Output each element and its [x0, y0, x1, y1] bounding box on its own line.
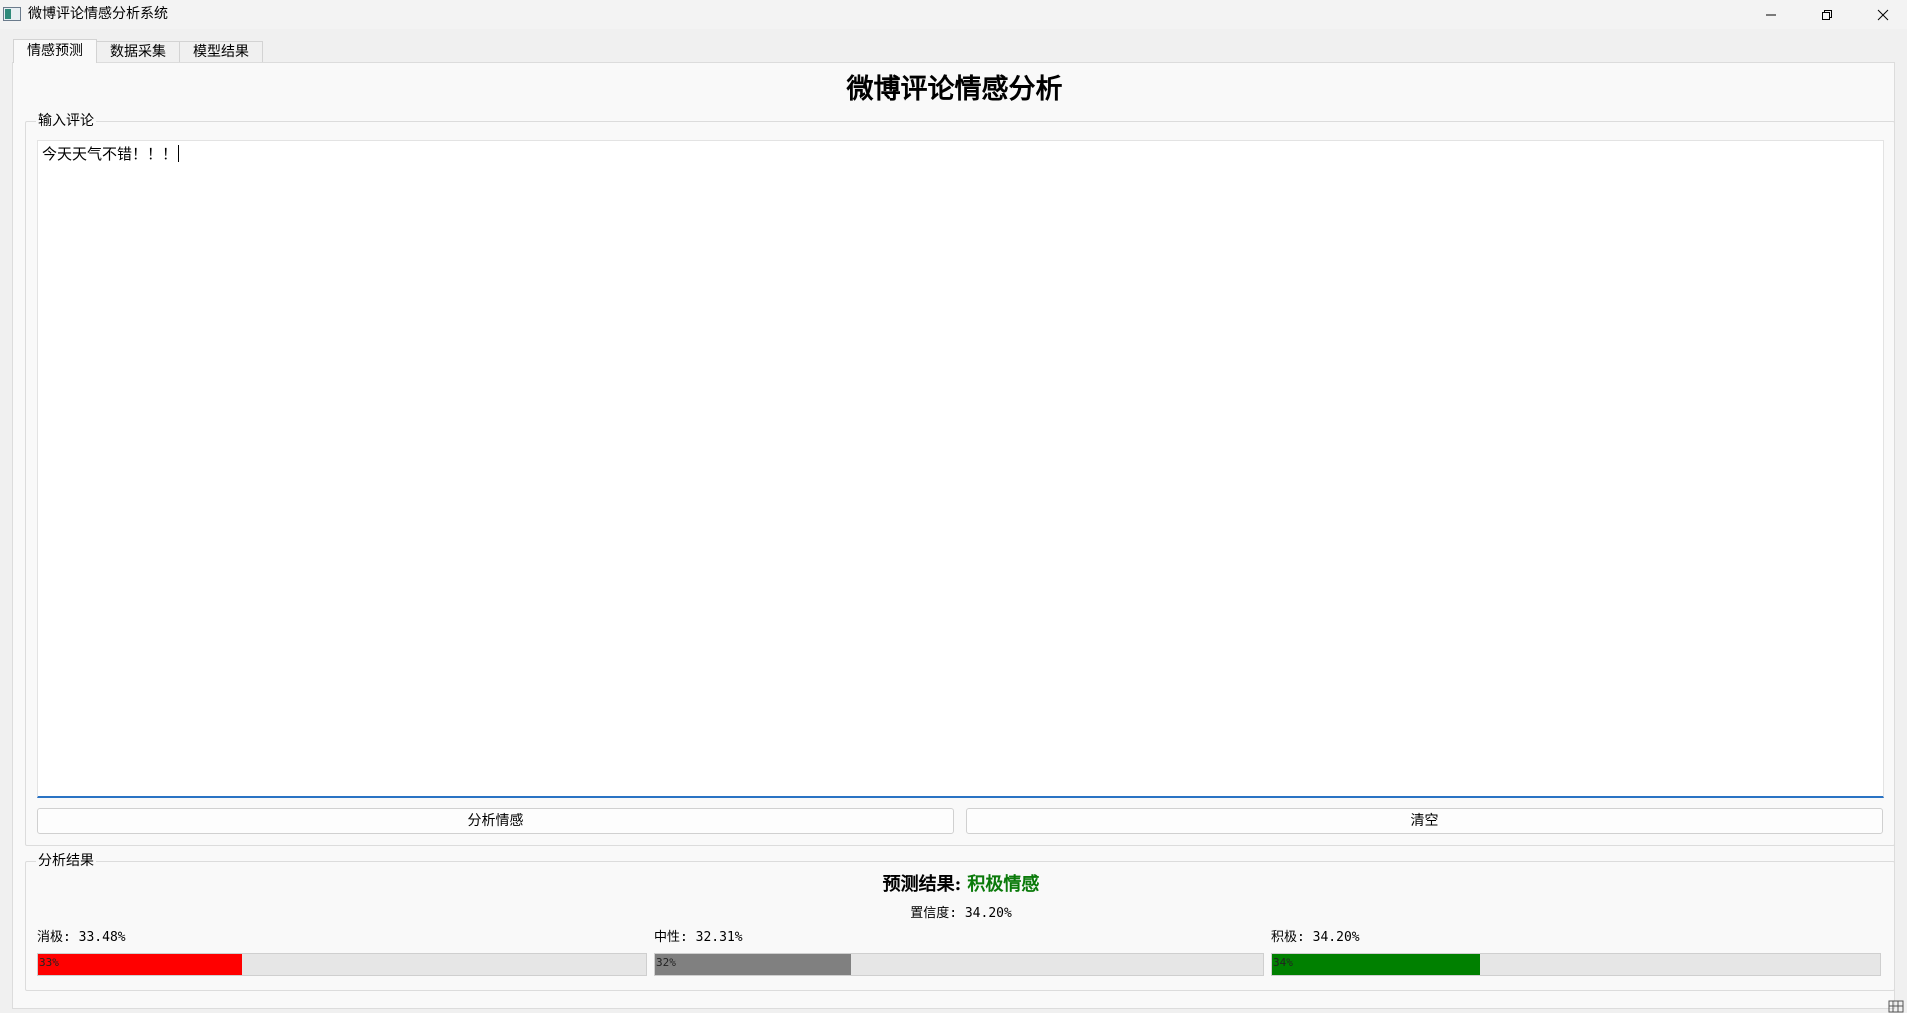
minimize-icon	[1766, 14, 1776, 15]
resize-grip-icon[interactable]	[1883, 999, 1907, 1013]
window-title: 微博评论情感分析系统	[28, 6, 168, 22]
negative-progress-bar: 33%	[37, 953, 647, 976]
title-bar: 微博评论情感分析系统	[0, 0, 1907, 29]
restore-icon	[1822, 9, 1832, 20]
clear-button[interactable]: 清空	[966, 808, 1883, 834]
tab-sentiment-prediction[interactable]: 情感预测	[13, 39, 97, 63]
neutral-bar-fill	[655, 954, 852, 975]
positive-prob-label: 积极: 34.20%	[1271, 930, 1360, 945]
comment-text: 今天天气不错！！！	[42, 145, 178, 163]
minimize-button[interactable]	[1743, 0, 1799, 29]
prediction-row: 预测结果: 积极情感	[26, 874, 1896, 896]
close-button[interactable]	[1855, 0, 1907, 29]
tab-content-pane: 微博评论情感分析 输入评论 今天天气不错！！！ 分析情感 清空 分析结果 预测结…	[12, 62, 1895, 1009]
analyze-button[interactable]: 分析情感	[37, 808, 954, 834]
tab-data-collection[interactable]: 数据采集	[96, 41, 180, 63]
positive-bar-text: 34%	[1273, 956, 1293, 969]
positive-progress-bar: 34%	[1271, 953, 1881, 976]
negative-bar-fill	[38, 954, 242, 975]
negative-prob-label: 消极: 33.48%	[37, 930, 126, 945]
neutral-bar-text: 32%	[656, 956, 676, 969]
close-icon	[1877, 9, 1889, 20]
input-group-title: 输入评论	[36, 113, 96, 129]
tab-bar: 情感预测 数据采集 模型结果	[13, 39, 263, 63]
page-title: 微博评论情感分析	[846, 74, 1063, 105]
positive-bar-fill	[1272, 954, 1480, 975]
restore-button[interactable]	[1799, 0, 1855, 29]
neutral-prob-label: 中性: 32.31%	[654, 930, 743, 945]
confidence-text: 置信度: 34.20%	[910, 906, 1012, 921]
analysis-result-group: 分析结果 预测结果: 积极情感 置信度: 34.20% 消极: 33.48% 33…	[25, 853, 1896, 991]
input-comment-group: 输入评论 今天天气不错！！！ 分析情感 清空	[25, 113, 1895, 846]
result-group-title: 分析结果	[36, 853, 96, 869]
prediction-label: 预测结果:	[882, 874, 962, 895]
negative-bar-text: 33%	[39, 956, 59, 969]
neutral-progress-bar: 32%	[654, 953, 1264, 976]
tab-model-results[interactable]: 模型结果	[179, 41, 263, 63]
text-caret	[178, 145, 180, 162]
prediction-value: 积极情感	[967, 874, 1040, 895]
app-icon	[3, 7, 21, 21]
comment-textarea[interactable]: 今天天气不错！！！	[37, 140, 1884, 798]
